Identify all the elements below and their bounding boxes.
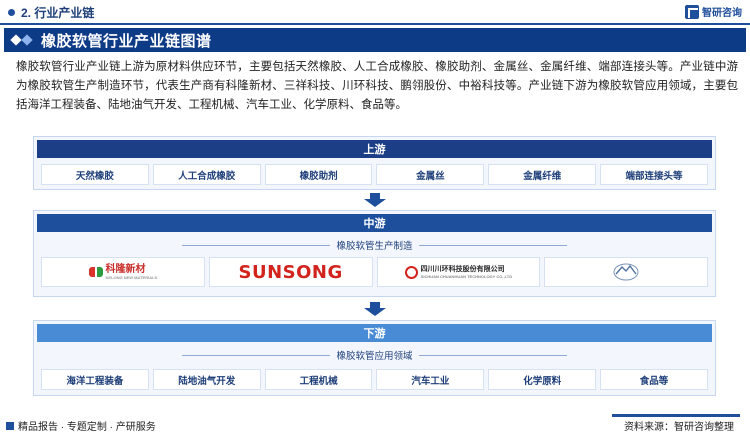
- midstream-title: 中游: [37, 214, 712, 232]
- upstream-item: 天然橡胶: [41, 164, 149, 185]
- upstream-title: 上游: [37, 140, 712, 158]
- source-note: 资料来源：智研咨询整理: [624, 422, 734, 432]
- upstream-item: 橡胶助剂: [264, 164, 373, 185]
- downstream-item: 海洋工程装备: [41, 369, 149, 390]
- header-divider: [0, 23, 750, 25]
- downstream-panel: 下游 橡胶软管应用领域 海洋工程装备 陆地油气开发 工程机械 汽车工业 化学原料…: [33, 320, 716, 396]
- downstream-item: 工程机械: [264, 369, 373, 390]
- downstream-subtitle: 橡胶软管应用领域: [34, 346, 715, 364]
- downstream-subtitle-text: 橡胶软管应用领域: [330, 348, 419, 362]
- downstream-item: 食品等: [600, 369, 708, 390]
- company-logo-mountain: [544, 257, 708, 287]
- footer-square-icon: [6, 421, 14, 430]
- kelong-name: 科隆新材: [105, 263, 146, 275]
- diamond-icon: [10, 34, 22, 46]
- mountain-logo-icon: [613, 263, 639, 281]
- chuanhuan-name: 四川川环科技股份有限公司: [420, 265, 505, 273]
- section-header: 2. 行业产业链 智研咨询: [0, 0, 750, 24]
- kelong-sub: KELONG NEW MATERIALS: [105, 274, 158, 280]
- downstream-item: 汽车工业: [376, 369, 485, 390]
- brand-logo: 智研咨询: [685, 4, 742, 19]
- brand-mark-icon: [685, 4, 699, 19]
- footer-tagline: 精品报告 · 专题定制 · 产研服务: [18, 422, 156, 432]
- bullet-icon: [8, 8, 15, 16]
- midstream-panel: 中游 橡胶软管生产制造 科隆新材 KELONG NEW MATERIALS SU…: [33, 210, 716, 297]
- page-title: 橡胶软管行业产业链图谱: [41, 32, 212, 50]
- upstream-item: 端部连接头等: [600, 164, 708, 185]
- sunsong-logo-text: SUNSONG: [238, 261, 343, 283]
- footer: 精品报告 · 专题定制 · 产研服务 资料来源：智研咨询整理: [0, 414, 750, 432]
- chuanhuan-logo-icon: [404, 265, 418, 279]
- upstream-item: 金属丝: [376, 164, 485, 185]
- chuanhuan-sub: SICHUAN CHUANHUAN TECHNOLOGY CO.,LTD: [420, 273, 513, 279]
- section-label: 2. 行业产业链: [21, 5, 95, 20]
- downstream-item: 陆地油气开发: [152, 369, 261, 390]
- company-logo-chuanhuan: 四川川环科技股份有限公司 SICHUAN CHUANHUAN TECHNOLOG…: [376, 257, 541, 287]
- downstream-item: 化学原料: [488, 369, 597, 390]
- midstream-subtitle: 橡胶软管生产制造: [34, 236, 715, 254]
- kelong-logo-icon: [88, 265, 103, 279]
- down-arrow-icon: [364, 193, 386, 207]
- down-arrow-icon: [364, 302, 386, 316]
- upstream-item: 人工合成橡胶: [152, 164, 261, 185]
- upstream-item: 金属纤维: [488, 164, 597, 185]
- title-banner: 橡胶软管行业产业链图谱: [4, 28, 746, 52]
- footer-accent-bar: [612, 414, 740, 417]
- brand-name: 智研咨询: [702, 8, 742, 19]
- intro-paragraph: 橡胶软管行业产业链上游为原材料供应环节，主要包括天然橡胶、人工合成橡胶、橡胶助剂…: [16, 61, 738, 111]
- company-logo-kelong: 科隆新材 KELONG NEW MATERIALS: [41, 257, 205, 287]
- upstream-panel: 上游 天然橡胶 人工合成橡胶 橡胶助剂 金属丝 金属纤维 端部连接头等: [33, 136, 716, 190]
- company-logo-sunsong: SUNSONG: [208, 257, 373, 287]
- downstream-title: 下游: [37, 324, 712, 342]
- diamond-icon: [21, 34, 33, 46]
- midstream-subtitle-text: 橡胶软管生产制造: [330, 238, 419, 252]
